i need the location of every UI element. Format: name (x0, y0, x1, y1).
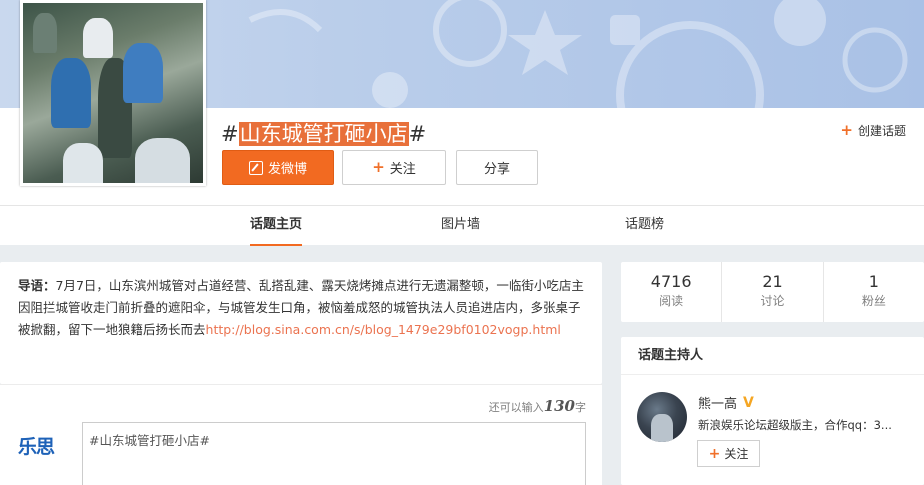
host-section-title: 话题主持人 (621, 337, 924, 375)
post-composer: 还可以输入130字 乐思 #山东城管打砸小店# (0, 384, 602, 485)
topic-nav-tabs: 话题主页 图片墙 话题榜 (0, 205, 924, 246)
stat-label: 阅读 (659, 294, 684, 308)
topic-cover-image (20, 0, 206, 186)
follow-host-label: 关注 (724, 447, 749, 461)
counter-suffix: 字 (575, 401, 586, 414)
stat-label: 粉丝 (861, 294, 886, 308)
topic-stats: 4716 阅读 21 讨论 1 粉丝 (621, 262, 924, 322)
follow-label: 关注 (389, 162, 416, 177)
verified-badge-icon: V (743, 394, 754, 411)
follow-topic-button[interactable]: + 关注 (342, 150, 446, 185)
plus-icon: + (372, 158, 385, 176)
share-label: 分享 (483, 162, 510, 177)
intro-lead-label: 导语： (18, 278, 56, 293)
stat-value: 21 (762, 272, 783, 291)
char-counter: 还可以输入130字 (489, 397, 586, 415)
intro-link[interactable]: http://blog.sina.com.cn/s/blog_1479e29bf… (206, 322, 561, 337)
post-weibo-label: 发微博 (267, 162, 307, 177)
cover-photo (23, 3, 203, 183)
topic-name: 山东城管打砸小店 (238, 122, 409, 146)
counter-prefix: 还可以输入 (488, 401, 544, 414)
stat-reads[interactable]: 4716 阅读 (621, 262, 721, 322)
tab-topic-ranking[interactable]: 话题榜 (625, 206, 664, 246)
host-name-text: 熊一高 (698, 397, 738, 412)
lesi-logo: 乐思 (18, 436, 55, 458)
stat-value: 4716 (650, 272, 692, 291)
plus-icon: + (708, 445, 721, 462)
stat-fans[interactable]: 1 粉丝 (822, 262, 924, 322)
counter-value: 130 (543, 397, 575, 415)
create-topic-label: 创建话题 (857, 124, 906, 138)
hash-open: # (221, 122, 239, 146)
post-textarea[interactable]: #山东城管打砸小店# (82, 422, 586, 485)
stat-discussions[interactable]: 21 讨论 (721, 262, 822, 322)
host-description: 新浪娱乐论坛超级版主，合作qq：3... (698, 418, 892, 432)
post-weibo-button[interactable]: 发微博 (222, 150, 334, 185)
follow-host-button[interactable]: + 关注 (697, 440, 760, 467)
host-avatar[interactable] (637, 392, 687, 442)
hash-close: # (408, 122, 427, 146)
topic-title: #山东城管打砸小店# (221, 118, 426, 148)
tab-topic-home[interactable]: 话题主页 (250, 206, 303, 246)
share-button[interactable]: 分享 (456, 150, 538, 185)
topic-host-card: 话题主持人 熊一高 V 新浪娱乐论坛超级版主，合作qq：3... + 关注 (621, 337, 924, 485)
host-name[interactable]: 熊一高 V (698, 393, 759, 413)
plus-icon: + (840, 121, 853, 139)
create-topic-link[interactable]: + 创建话题 (840, 122, 906, 139)
stat-label: 讨论 (760, 294, 785, 308)
tab-picture-wall[interactable]: 图片墙 (441, 206, 480, 246)
edit-icon (248, 160, 263, 175)
stat-value: 1 (868, 272, 879, 291)
topic-intro: 导语：7月7日，山东滨州城管对占道经营、乱搭乱建、露天烧烤摊点进行无遗漏整顿，一… (0, 262, 602, 384)
